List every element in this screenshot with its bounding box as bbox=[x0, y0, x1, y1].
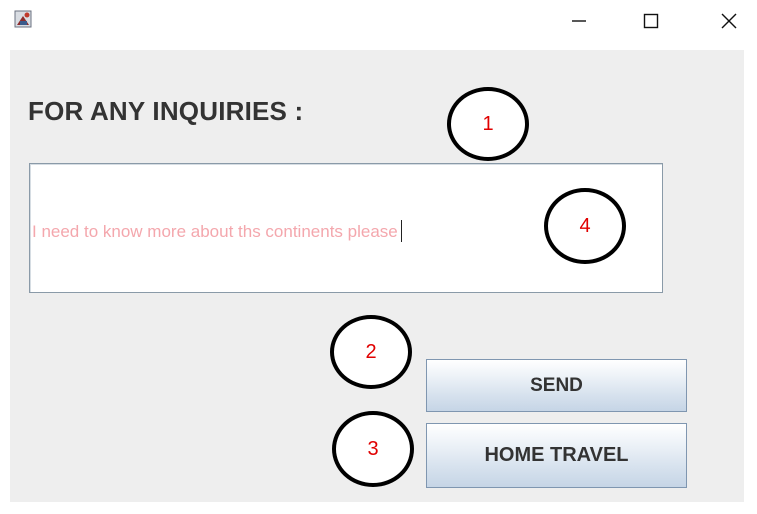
annotation-marker-4: 4 bbox=[544, 188, 626, 264]
app-window: FOR ANY INQUIRIES : I need to know more … bbox=[0, 0, 757, 514]
inquiry-text: I need to know more about ths continents… bbox=[32, 220, 402, 242]
maximize-button[interactable] bbox=[628, 0, 674, 42]
maximize-icon bbox=[642, 12, 660, 30]
annotation-marker-2: 2 bbox=[330, 315, 412, 389]
send-button[interactable]: SEND bbox=[426, 359, 687, 412]
annotation-marker-3: 3 bbox=[332, 411, 414, 487]
inquiries-heading: FOR ANY INQUIRIES : bbox=[28, 96, 304, 126]
close-icon bbox=[720, 12, 738, 30]
home-travel-button[interactable]: HOME TRAVEL bbox=[426, 423, 687, 488]
title-bar[interactable] bbox=[0, 0, 757, 42]
minimize-icon bbox=[570, 12, 588, 30]
minimize-button[interactable] bbox=[556, 0, 602, 42]
annotation-marker-1: 1 bbox=[447, 87, 529, 161]
java-app-icon bbox=[14, 9, 34, 29]
close-button[interactable] bbox=[706, 0, 752, 42]
text-caret bbox=[400, 220, 402, 242]
